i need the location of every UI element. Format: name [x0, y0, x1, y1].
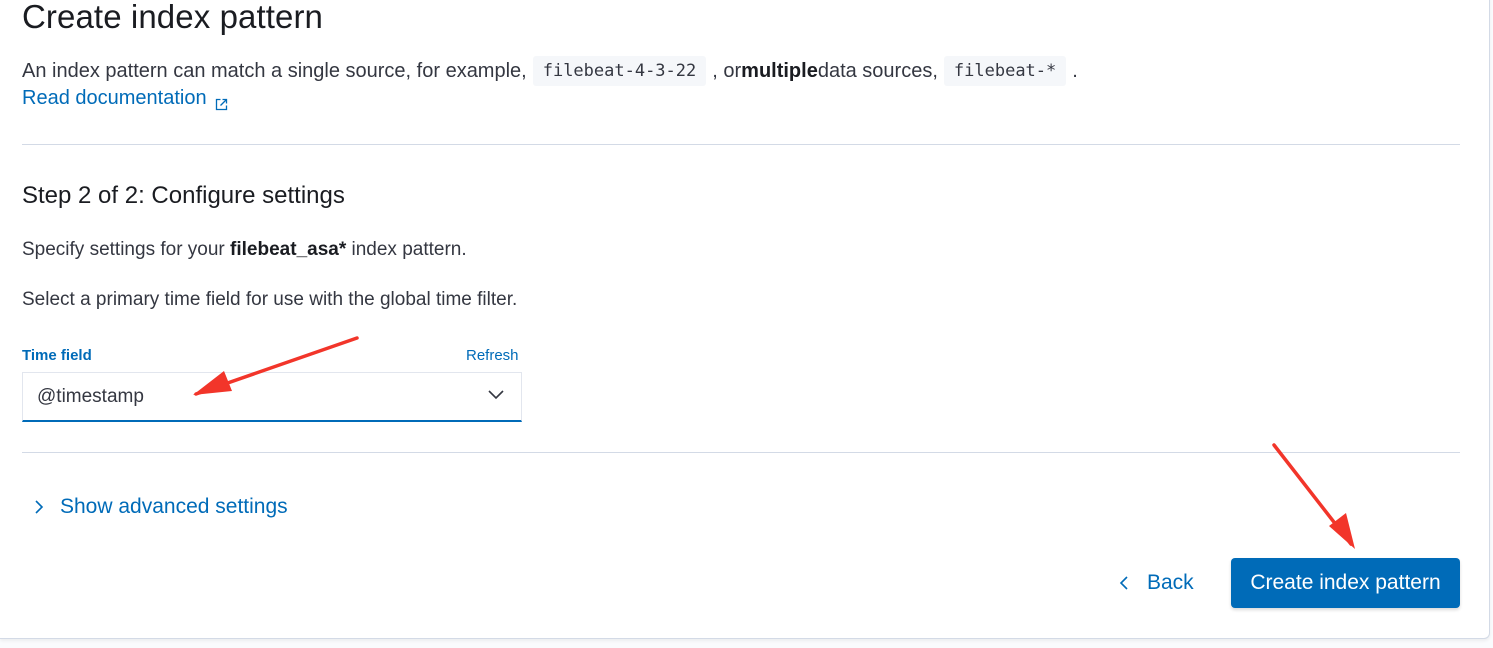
section-divider-bottom — [22, 452, 1460, 453]
read-documentation-label: Read documentation — [22, 87, 207, 109]
section-divider-top — [22, 144, 1460, 145]
intro-text: An index pattern can match a single sour… — [22, 56, 1078, 86]
back-button[interactable]: Back — [1113, 558, 1200, 608]
external-link-icon — [215, 94, 228, 110]
time-field-label: Time field — [22, 347, 92, 364]
time-field-value: @timestamp — [37, 385, 144, 407]
specify-prefix: Specify settings for your — [22, 239, 231, 260]
back-button-label: Back — [1147, 571, 1194, 594]
chevron-down-icon — [487, 385, 505, 408]
intro-text-part3: data sources, — [817, 59, 938, 82]
intro-text-bold: multiple — [741, 59, 818, 82]
refresh-link[interactable]: Refresh — [466, 347, 519, 364]
time-field-hint: Select a primary time field for use with… — [22, 289, 518, 310]
intro-text-part4: . — [1072, 59, 1078, 82]
specify-settings-text: Specify settings for your filebeat_asa* … — [22, 239, 467, 261]
show-advanced-settings-label: Show advanced settings — [60, 495, 288, 518]
time-field-select[interactable]: @timestamp — [22, 372, 522, 422]
show-advanced-settings-toggle[interactable]: Show advanced settings — [34, 495, 288, 519]
chevron-right-icon — [35, 500, 44, 514]
intro-text-part2: , or — [712, 59, 742, 82]
chevron-left-icon — [1119, 576, 1128, 590]
intro-text-part1: An index pattern can match a single sour… — [22, 59, 527, 82]
create-index-pattern-button[interactable]: Create index pattern — [1231, 558, 1460, 608]
example-code-multiple: filebeat-* — [943, 56, 1067, 86]
index-pattern-name: filebeat_asa* — [230, 239, 347, 260]
specify-suffix: index pattern. — [346, 239, 467, 260]
read-documentation-link[interactable]: Read documentation — [22, 87, 228, 110]
step-title: Step 2 of 2: Configure settings — [22, 182, 345, 209]
page-title: Create index pattern — [22, 0, 324, 35]
example-code-single: filebeat-4-3-22 — [532, 56, 707, 86]
